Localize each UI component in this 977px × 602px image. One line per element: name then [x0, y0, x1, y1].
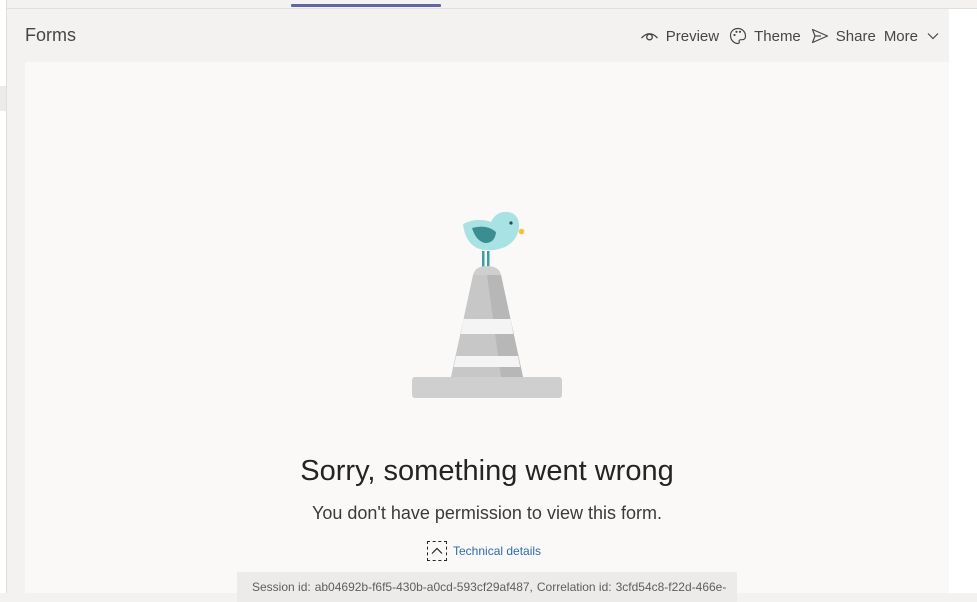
chevron-up-icon: [427, 541, 447, 561]
more-button[interactable]: More: [884, 28, 939, 45]
share-button[interactable]: Share: [811, 28, 876, 45]
top-tab-bar: [7, 0, 977, 9]
technical-details-toggle[interactable]: Technical details: [427, 541, 541, 561]
preview-button[interactable]: Preview: [640, 28, 719, 45]
error-title: Sorry, something went wrong: [300, 455, 674, 487]
session-text: Session id: ab04692b-f6f5-430b-a0cd-593cf…: [252, 580, 726, 594]
send-icon: [811, 28, 828, 44]
app-header: Forms Preview Theme Share More: [7, 9, 949, 61]
app-title: Forms: [25, 25, 76, 45]
eye-icon: [640, 33, 658, 41]
active-tab-indicator: [291, 4, 441, 7]
theme-label: Theme: [754, 27, 801, 45]
correlation-id-value: 3cfd54c8-f22d-466e-: [615, 580, 727, 594]
theme-button[interactable]: Theme: [729, 27, 801, 45]
share-label: Share: [835, 27, 876, 45]
session-id-label: Session id:: [252, 580, 311, 594]
chevron-down-icon: [927, 33, 939, 40]
technical-details-label: Technical details: [453, 544, 542, 558]
correlation-id-label: Correlation id:: [536, 580, 612, 594]
toolbar: Preview Theme Share More: [630, 23, 939, 49]
bird-cone-illustration: [412, 211, 562, 398]
session-details: Session id: ab04692b-f6f5-430b-a0cd-593cf…: [237, 572, 737, 602]
session-id-value: ab04692b-f6f5-430b-a0cd-593cf29af487,: [314, 580, 533, 594]
palette-icon: [729, 27, 747, 45]
right-edge: [949, 9, 977, 593]
left-rail-marker: [0, 86, 6, 111]
left-rail: [0, 0, 7, 593]
more-label: More: [883, 27, 918, 45]
error-message: You don't have permission to view this f…: [312, 503, 662, 523]
preview-label: Preview: [665, 27, 720, 45]
error-panel: Sorry, something went wrong You don't ha…: [25, 62, 949, 602]
